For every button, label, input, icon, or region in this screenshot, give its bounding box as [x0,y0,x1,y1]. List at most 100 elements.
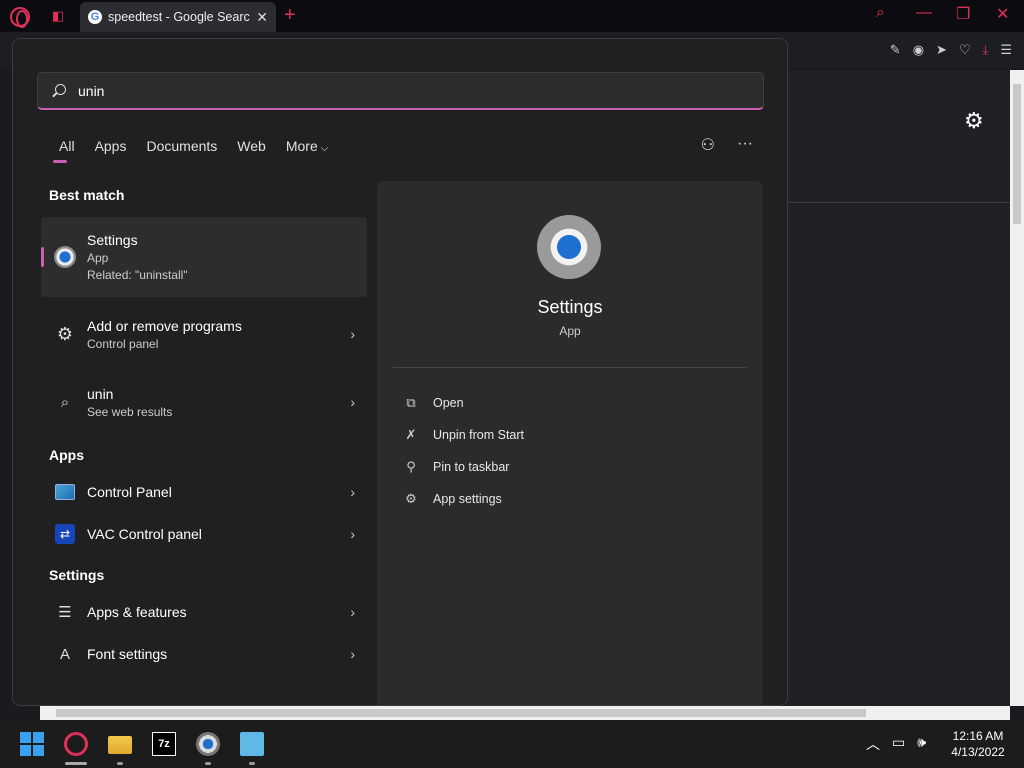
edit-icon[interactable]: ✎ [890,42,901,58]
search-input[interactable] [78,82,678,99]
system-tray: ︿ ▭ 🕪 [866,734,926,754]
chevron-right-icon: › [350,394,355,410]
result-type: App [87,251,109,265]
app-title: Control Panel [87,484,172,500]
new-tab-icon[interactable]: + [284,4,296,27]
google-icon: G [88,10,102,24]
tab-more[interactable]: More ⌵ [276,137,339,163]
gear-icon: ⚙ [56,323,74,344]
panel-icons: ⚇ ··· [701,135,753,155]
tab-documents[interactable]: Documents [136,137,227,163]
web-page-area [788,70,1010,710]
page-gear-icon[interactable]: ⚙ [964,108,984,134]
result-sub: See web results [87,404,173,419]
volume-icon[interactable]: 🕪 [917,734,926,754]
best-match-result[interactable]: Settings App Related: "uninstall" [41,217,367,297]
settings-sliders-icon[interactable]: ☰ [1000,42,1012,58]
toolbar-icons: ✎ ◉ ➤ ♡ ⤓ ☰ [890,42,1012,58]
result-add-remove-programs[interactable]: ⚙ Add or remove programs Control panel › [41,303,367,365]
detail-type: App [559,324,581,338]
action-open[interactable]: ⧉ Open [403,387,524,419]
horizontal-scrollbar[interactable] [40,706,1010,720]
best-match-heading: Best match [49,187,125,203]
chevron-right-icon: › [350,526,355,542]
network-icon[interactable]: ▭ [892,734,905,754]
pin-icon: ⚲ [406,459,416,474]
file-explorer-icon[interactable] [108,736,132,754]
detail-pane: Settings App ⧉ Open ✗ Unpin from Start ⚲… [377,181,763,705]
running-indicator [117,762,123,765]
scroll-thumb[interactable] [1013,84,1021,224]
action-pin-taskbar[interactable]: ⚲ Pin to taskbar [403,451,524,483]
chevron-up-icon[interactable]: ︿ [866,734,880,754]
vac-icon: ⇄ [53,522,77,546]
chevron-right-icon: › [350,646,355,662]
setting-apps-features[interactable]: ☰ Apps & features › [41,591,367,633]
result-sub: Control panel [87,336,159,351]
7zip-icon[interactable]: 7z [152,732,176,756]
feedback-icon[interactable]: ⚇ [701,135,715,155]
browser-tab[interactable]: G speedtest - Google Search ✕ [80,2,276,32]
camera-icon[interactable]: ◉ [913,42,924,58]
detail-divider [393,367,747,368]
vertical-scrollbar[interactable] [1010,70,1024,706]
app-control-panel[interactable]: Control Panel › [41,471,367,513]
opera-taskbar-icon[interactable] [64,732,88,756]
clock[interactable]: 12:16 AM 4/13/2022 [946,728,1010,760]
setting-title: Apps & features [87,604,187,620]
notepad-icon[interactable] [240,732,264,756]
search-tabs-icon[interactable]: ⌕ [876,4,885,22]
action-label: Unpin from Start [433,428,525,442]
font-icon: A [59,645,70,663]
scroll-thumb[interactable] [56,709,866,717]
detail-title: Settings [537,297,603,317]
settings-heading: Settings [49,567,105,583]
action-unpin-start[interactable]: ✗ Unpin from Start [403,419,524,451]
app-title: VAC Control panel [87,526,202,542]
unpin-icon: ✗ [405,427,417,442]
opera-logo-icon[interactable] [10,7,30,28]
search-icon [52,83,66,98]
send-icon[interactable]: ➤ [936,42,947,58]
close-tab-icon[interactable]: ✕ [256,9,268,26]
search-icon: ⌕ [60,393,70,411]
download-icon[interactable]: ⤓ [983,42,989,58]
windows-start-icon[interactable] [20,732,44,756]
minimize-icon[interactable]: — [916,4,932,22]
tab-more-label: More [285,138,318,154]
list-icon: ☰ [58,604,72,621]
chevron-right-icon: › [350,604,355,620]
start-search-panel: All Apps Documents Web More⌵ ⚇ ··· Best … [12,38,788,706]
action-app-settings[interactable]: ⚙ App settings [403,483,524,515]
close-window-icon[interactable]: ✕ [996,4,1009,24]
apps-heading: Apps [49,447,84,463]
control-panel-icon [53,480,77,504]
tab-web[interactable]: Web [227,137,276,163]
page-divider [788,202,1010,203]
app-vac-control-panel[interactable]: ⇄ VAC Control panel › [41,513,367,555]
tab-all[interactable]: All [49,137,85,163]
filter-tabs: All Apps Documents Web More ⌵ [49,137,338,163]
detail-actions: ⧉ Open ✗ Unpin from Start ⚲ Pin to taskb… [403,387,524,515]
tab-title: speedtest - Google Search [108,10,251,24]
restore-icon[interactable]: ❐ [956,4,970,24]
action-label: Open [433,396,464,410]
result-title: Add or remove programs [87,317,242,334]
chevron-down-icon: ⌵ [320,143,329,154]
tab-apps[interactable]: Apps [85,137,137,163]
setting-font-settings[interactable]: A Font settings › [41,633,367,675]
more-options-icon[interactable]: ··· [737,135,753,155]
search-box[interactable] [37,72,764,110]
action-label: App settings [433,492,502,506]
settings-large-icon [537,215,601,279]
taskbar: 7z ︿ ▭ 🕪 12:16 AM 4/13/2022 [0,720,1024,768]
running-indicator [205,762,211,765]
gamepad-icon[interactable]: ◧ [52,8,68,23]
settings-taskbar-icon[interactable] [196,732,220,756]
clock-date: 4/13/2022 [951,745,1005,759]
chevron-right-icon: › [350,326,355,342]
result-web-search[interactable]: ⌕ unin See web results › [41,371,367,433]
chevron-right-icon: › [350,484,355,500]
heart-icon[interactable]: ♡ [959,42,971,58]
running-indicator [249,762,255,765]
